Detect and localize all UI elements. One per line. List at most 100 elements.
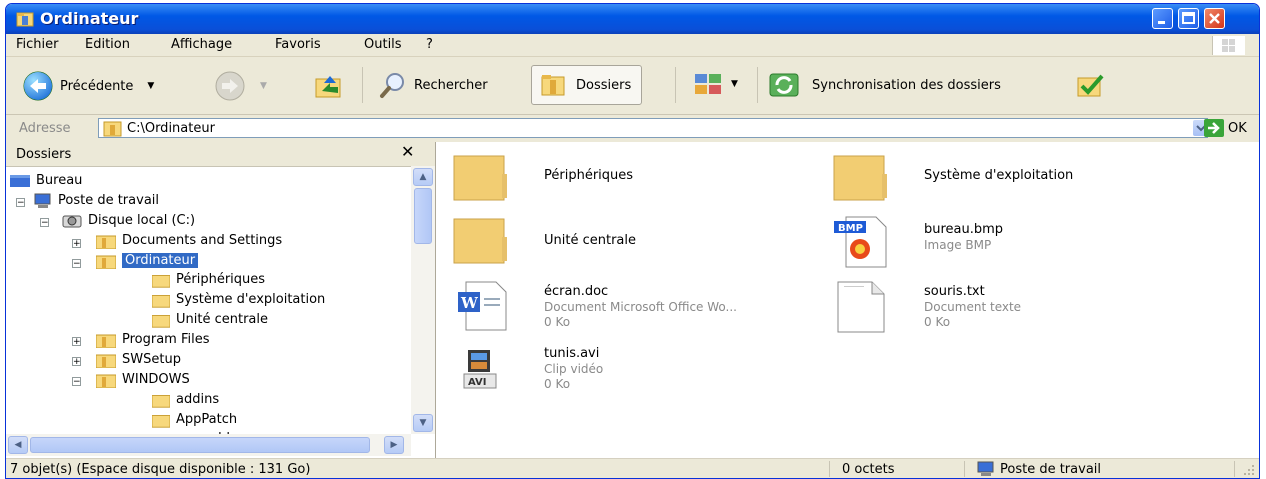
menu-favoris[interactable]: Favoris bbox=[275, 37, 321, 52]
forward-button[interactable]: ▼ bbox=[214, 70, 267, 102]
toolbar: Précédente ▼ ▼ Rechercher Dossiers ▼ Syn… bbox=[6, 57, 1259, 115]
window-title: Ordinateur bbox=[40, 9, 139, 28]
back-dropdown-icon[interactable]: ▼ bbox=[147, 81, 154, 91]
expand-toggle[interactable]: + bbox=[72, 337, 81, 347]
address-value: C:\Ordinateur bbox=[127, 121, 215, 136]
tree-label: Poste de travail bbox=[58, 193, 160, 208]
file-name: bureau.bmp bbox=[924, 222, 1004, 237]
views-icon bbox=[695, 74, 721, 94]
svg-text:AVI: AVI bbox=[468, 377, 487, 388]
text-document-icon bbox=[837, 281, 885, 333]
file-type: Image BMP bbox=[924, 238, 992, 252]
folder-icon bbox=[96, 255, 116, 269]
tree-body: Bureau − Poste de travail − Disque local… bbox=[6, 166, 409, 434]
tree-item-program-files[interactable]: Program Files bbox=[96, 330, 210, 349]
tree-item-ordinateur[interactable]: Ordinateur bbox=[96, 251, 199, 270]
views-dropdown-icon[interactable]: ▼ bbox=[731, 79, 738, 89]
folder-icon bbox=[152, 294, 170, 308]
scroll-down-icon[interactable]: ▼ bbox=[413, 414, 433, 432]
menu-affichage[interactable]: Affichage bbox=[171, 37, 232, 52]
svg-text:W: W bbox=[460, 294, 479, 312]
tree-label-selected: Ordinateur bbox=[122, 253, 199, 268]
file-item[interactable]: BMP bureau.bmp Image BMP bbox=[832, 213, 1172, 269]
title-bar[interactable]: Ordinateur bbox=[6, 4, 1259, 34]
file-item[interactable]: Système d'exploitation bbox=[832, 152, 1172, 206]
close-button[interactable] bbox=[1204, 8, 1225, 29]
views-button[interactable]: ▼ bbox=[693, 70, 738, 98]
tree-item-disque-local[interactable]: Disque local (C:) bbox=[62, 211, 195, 230]
file-item[interactable]: W écran.doc Document Microsoft Office Wo… bbox=[452, 278, 812, 334]
menu-edition[interactable]: Edition bbox=[85, 37, 130, 52]
file-list-pane: Périphériques Système d'exploitation Uni… bbox=[436, 142, 1259, 458]
tree-label: Documents and Settings bbox=[122, 233, 283, 248]
menu-fichier[interactable]: Fichier bbox=[16, 37, 59, 52]
toolbar-separator bbox=[757, 67, 758, 103]
tree-header: Dossiers ✕ bbox=[6, 142, 435, 167]
close-pane-icon[interactable]: ✕ bbox=[401, 142, 414, 161]
scroll-right-icon[interactable]: ▶ bbox=[384, 436, 404, 454]
tree-item-apppatch[interactable]: AppPatch bbox=[152, 410, 237, 429]
minimize-button[interactable] bbox=[1152, 8, 1173, 29]
folder-tool-button[interactable] bbox=[1076, 70, 1106, 100]
file-item[interactable]: Unité centrale bbox=[452, 215, 792, 269]
folder-icon bbox=[96, 354, 116, 368]
address-field[interactable]: C:\Ordinateur bbox=[98, 118, 1209, 138]
word-document-icon: W bbox=[458, 281, 507, 331]
tree-label: AppPatch bbox=[176, 412, 238, 427]
tree-label: addins bbox=[176, 392, 220, 407]
file-item[interactable]: AVI tunis.avi Clip vidéo 0 Ko bbox=[452, 340, 792, 398]
folders-icon bbox=[541, 75, 565, 96]
menu-help[interactable]: ? bbox=[426, 37, 433, 52]
folders-button[interactable]: Dossiers bbox=[531, 65, 643, 105]
desktop-icon bbox=[10, 174, 30, 187]
tree-item-documents-and-settings[interactable]: Documents and Settings bbox=[96, 231, 282, 250]
menu-outils[interactable]: Outils bbox=[364, 37, 402, 52]
folder-icon bbox=[152, 274, 170, 288]
tree-vertical-scrollbar[interactable]: ▲ ▼ bbox=[411, 166, 435, 434]
forward-dropdown-icon[interactable]: ▼ bbox=[260, 81, 267, 91]
sync-button[interactable]: Synchronisation des dossiers bbox=[768, 70, 1001, 100]
tree-item-unite-centrale[interactable]: Unité centrale bbox=[152, 310, 268, 329]
file-item[interactable]: souris.txt Document texte 0 Ko bbox=[832, 278, 1172, 334]
scroll-thumb[interactable] bbox=[414, 188, 432, 244]
maximize-button[interactable] bbox=[1178, 8, 1199, 29]
folder-icon bbox=[152, 314, 170, 328]
folder-icon bbox=[453, 218, 507, 264]
scroll-left-icon[interactable]: ◀ bbox=[8, 436, 28, 454]
expand-toggle[interactable]: + bbox=[72, 239, 81, 249]
go-button[interactable]: OK bbox=[1204, 119, 1247, 137]
expand-toggle[interactable]: + bbox=[72, 357, 81, 367]
tree-item-addins[interactable]: addins bbox=[152, 390, 219, 409]
folder-icon bbox=[96, 235, 116, 249]
collapse-toggle[interactable]: − bbox=[72, 377, 81, 387]
collapse-toggle[interactable]: − bbox=[72, 259, 81, 269]
status-bar: 7 objet(s) (Espace disque disponible : 1… bbox=[6, 458, 1259, 478]
tree-item-bureau[interactable]: Bureau bbox=[10, 171, 82, 190]
tree-item-peripheriques[interactable]: Périphériques bbox=[152, 270, 265, 289]
file-item[interactable]: Périphériques bbox=[452, 152, 792, 206]
up-folder-button[interactable] bbox=[314, 71, 344, 101]
windows-logo-icon bbox=[1212, 36, 1245, 55]
collapse-toggle[interactable]: − bbox=[16, 198, 25, 208]
file-size: 0 Ko bbox=[544, 377, 571, 391]
back-button[interactable]: Précédente ▼ bbox=[22, 70, 154, 102]
scroll-up-icon[interactable]: ▲ bbox=[413, 168, 433, 186]
tree-item-windows[interactable]: WINDOWS bbox=[96, 370, 190, 389]
menu-bar: Fichier Edition Affichage Favoris Outils… bbox=[6, 34, 1259, 57]
status-separator bbox=[829, 461, 830, 477]
tree-horizontal-scrollbar[interactable]: ◀ ▶ bbox=[6, 434, 411, 456]
collapse-toggle[interactable]: − bbox=[40, 218, 49, 228]
svg-text:BMP: BMP bbox=[838, 223, 863, 234]
tree-item-systeme-exploitation[interactable]: Système d'exploitation bbox=[152, 290, 325, 309]
folder-icon bbox=[152, 394, 170, 408]
search-button[interactable]: Rechercher bbox=[378, 70, 488, 100]
file-type: Document Microsoft Office Wo... bbox=[544, 300, 737, 314]
resize-grip-icon[interactable] bbox=[1242, 463, 1256, 477]
tree-item-swsetup[interactable]: SWSetup bbox=[96, 350, 181, 369]
toolbar-separator bbox=[362, 67, 363, 103]
search-icon bbox=[380, 73, 404, 98]
video-clip-icon: AVI bbox=[463, 350, 497, 389]
scroll-thumb[interactable] bbox=[30, 437, 370, 453]
tree-item-poste-de-travail[interactable]: Poste de travail bbox=[32, 191, 159, 210]
file-size: 0 Ko bbox=[544, 315, 571, 329]
